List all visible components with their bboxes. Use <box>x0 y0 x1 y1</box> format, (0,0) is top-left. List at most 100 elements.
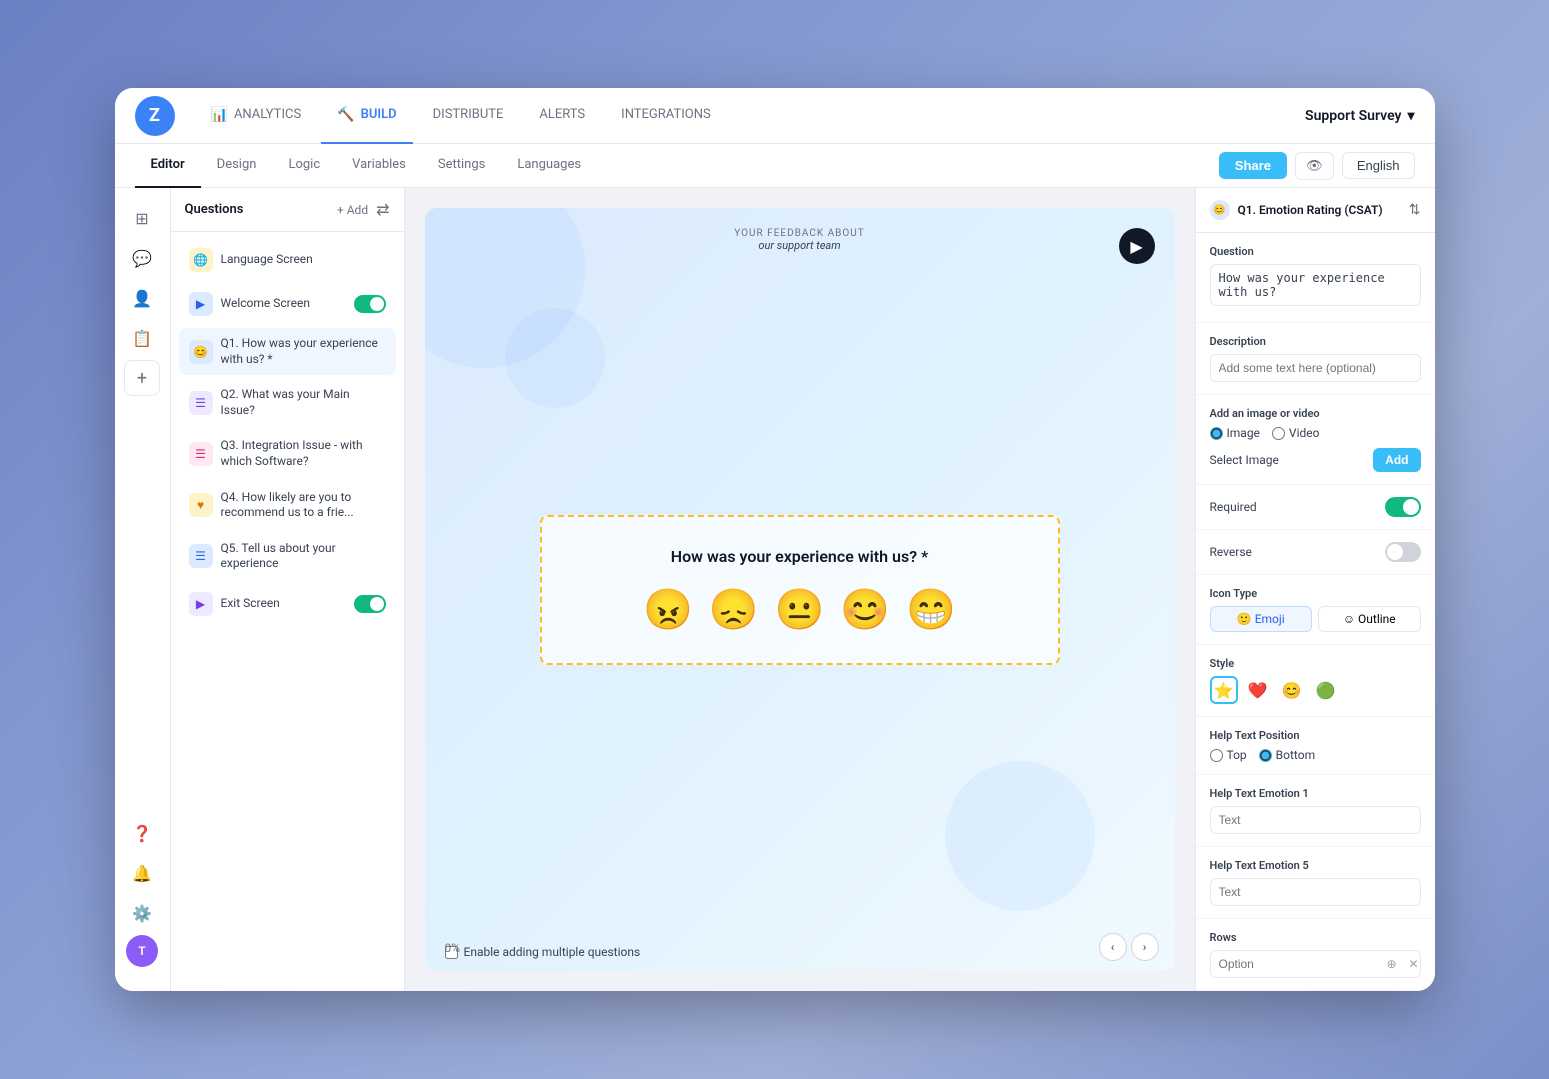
calendar-icon-btn[interactable]: 📋 <box>124 320 160 356</box>
style-circle[interactable]: 🟢 <box>1312 676 1340 704</box>
rows-delete-icon[interactable]: ✕ <box>1404 954 1421 974</box>
feedback-icon-btn[interactable]: 💬 <box>124 240 160 276</box>
help-text-position-label: Help Text Position <box>1210 729 1421 742</box>
media-options-row: Image Video <box>1210 426 1421 440</box>
nav-tab-analytics[interactable]: 📊 ANALYTICS <box>195 88 318 144</box>
exit-icon: ▶ <box>189 592 213 616</box>
sort-icon[interactable]: ⇅ <box>1409 202 1421 218</box>
media-section: Add an image or video Image Video Select… <box>1196 395 1435 485</box>
nav-tab-alerts[interactable]: ALERTS <box>523 88 601 144</box>
help-text-emotion5-input[interactable] <box>1210 878 1421 906</box>
reverse-label: Reverse <box>1210 545 1252 559</box>
icon-type-emoji[interactable]: 🙂 Emoji <box>1210 606 1313 632</box>
rows-move-icon[interactable]: ⊕ <box>1382 954 1402 974</box>
sub-nav-actions: Share 👁 English <box>1219 152 1415 180</box>
language-button[interactable]: English <box>1342 152 1415 179</box>
survey-selector[interactable]: Support Survey ▾ <box>1305 108 1414 124</box>
select-image-label: Select Image <box>1210 453 1366 467</box>
user-avatar[interactable]: T <box>126 935 158 967</box>
lang-icon: 🌐 <box>189 248 213 272</box>
question-card: How was your experience with us? * 😠 😞 😐… <box>540 515 1060 665</box>
emoji-5[interactable]: 😁 <box>906 586 956 633</box>
settings-icon-btn[interactable]: ⚙️ <box>124 895 160 931</box>
reverse-section: Reverse <box>1196 530 1435 575</box>
sub-nav-design[interactable]: Design <box>201 144 273 188</box>
style-heart[interactable]: ❤️ <box>1244 676 1272 704</box>
canvas-next-btn[interactable]: ▶ <box>1119 228 1155 264</box>
welcome-toggle[interactable] <box>354 295 386 313</box>
question-item-lang[interactable]: 🌐 Language Screen <box>179 240 396 280</box>
question-item-welcome[interactable]: ▶ Welcome Screen <box>179 284 396 324</box>
decor-circle-3 <box>505 308 605 408</box>
sub-nav-variables[interactable]: Variables <box>336 144 422 188</box>
chevron-down-icon: ▾ <box>1407 108 1414 124</box>
style-emoji[interactable]: 😊 <box>1278 676 1306 704</box>
icon-type-outline[interactable]: ☺ Outline <box>1318 606 1421 632</box>
rows-section: Rows ⊕ ✕ <box>1196 919 1435 991</box>
style-label: Style <box>1210 657 1421 670</box>
reverse-toggle[interactable] <box>1385 542 1421 562</box>
help-text-emotion5-label: Help Text Emotion 5 <box>1210 859 1421 872</box>
right-panel: 😊 Q1. Emotion Rating (CSAT) ⇅ Question H… <box>1195 188 1435 991</box>
help-text-emotion1-input[interactable] <box>1210 806 1421 834</box>
question-item-q5[interactable]: ☰ Q5. Tell us about your experience <box>179 533 396 580</box>
question-item-q1[interactable]: 😊 Q1. How was your experience with us? * <box>179 328 396 375</box>
grid-icon-btn[interactable]: ⊞ <box>124 200 160 236</box>
reverse-row: Reverse <box>1210 542 1421 562</box>
pos-bottom-option[interactable]: Bottom <box>1259 748 1315 762</box>
share-button[interactable]: Share <box>1219 152 1287 179</box>
emoji-1[interactable]: 😠 <box>643 586 693 633</box>
rows-label: Rows <box>1210 931 1421 944</box>
help-icon-btn[interactable]: ❓ <box>124 815 160 851</box>
rows-input[interactable] <box>1211 951 1382 977</box>
emoji-4[interactable]: 😊 <box>840 586 890 633</box>
required-row: Required <box>1210 497 1421 517</box>
plus-icon-btn[interactable]: + <box>124 360 160 396</box>
user-icon-btn[interactable]: 👤 <box>124 280 160 316</box>
description-input[interactable] <box>1210 354 1421 382</box>
bell-icon-btn[interactable]: 🔔 <box>124 855 160 891</box>
question-input[interactable]: How was your experience with us? <box>1210 264 1421 306</box>
reorder-icon[interactable]: ⇄ <box>376 200 389 219</box>
canvas-header: YOUR FEEDBACK ABOUT our support team <box>734 228 864 252</box>
sub-nav-logic[interactable]: Logic <box>272 144 336 188</box>
emotion-icon: 😊 <box>189 340 213 364</box>
sidebar-bottom: ❓ 🔔 ⚙️ T <box>124 815 160 979</box>
main-content: ⊞ 💬 👤 📋 + ❓ 🔔 ⚙️ T Questions + Add ⇄ <box>115 188 1435 991</box>
emoji-3[interactable]: 😐 <box>775 586 825 633</box>
media-image-option[interactable]: Image <box>1210 426 1260 440</box>
pos-top-option[interactable]: Top <box>1210 748 1247 762</box>
add-question-btn[interactable]: + Add <box>337 203 368 217</box>
right-panel-header: 😊 Q1. Emotion Rating (CSAT) ⇅ <box>1196 188 1435 233</box>
nav-tab-integrations[interactable]: INTEGRATIONS <box>605 88 727 144</box>
canvas-next-nav-btn[interactable]: › <box>1131 933 1159 961</box>
question-item-q4[interactable]: ♥ Q4. How likely are you to recommend us… <box>179 482 396 529</box>
media-video-option[interactable]: Video <box>1272 426 1320 440</box>
nav-tab-build[interactable]: 🔨 BUILD <box>321 88 412 144</box>
emoji-2[interactable]: 😞 <box>709 586 759 633</box>
icon-type-row: 🙂 Emoji ☺ Outline <box>1210 606 1421 632</box>
canvas-prev-btn[interactable]: ‹ <box>1099 933 1127 961</box>
question-section: Question How was your experience with us… <box>1196 233 1435 323</box>
required-section: Required <box>1196 485 1435 530</box>
style-row: ⭐ ❤️ 😊 🟢 <box>1210 676 1421 704</box>
question-item-q2[interactable]: ☰ Q2. What was your Main Issue? <box>179 379 396 426</box>
sub-nav-settings[interactable]: Settings <box>422 144 501 188</box>
exit-toggle[interactable] <box>354 595 386 613</box>
add-image-button[interactable]: Add <box>1373 448 1420 472</box>
preview-button[interactable]: 👁 <box>1295 152 1334 180</box>
nav-tab-distribute[interactable]: DISTRIBUTE <box>417 88 520 144</box>
style-star[interactable]: ⭐ <box>1210 676 1238 704</box>
rows-actions: ⊕ ✕ <box>1382 954 1421 974</box>
question-item-q3[interactable]: ☰ Q3. Integration Issue - with which Sof… <box>179 430 396 477</box>
question-card-title: How was your experience with us? * <box>582 547 1018 566</box>
app-logo[interactable]: Z <box>135 96 175 136</box>
help-text-position-section: Help Text Position Top Bottom <box>1196 717 1435 775</box>
required-toggle[interactable] <box>1385 497 1421 517</box>
icon-type-label: Icon Type <box>1210 587 1421 600</box>
question-item-exit[interactable]: ▶ Exit Screen <box>179 584 396 624</box>
questions-panel: Questions + Add ⇄ 🌐 Language Screen ▶ We… <box>171 188 405 991</box>
media-label: Add an image or video <box>1210 407 1421 420</box>
sub-nav-languages[interactable]: Languages <box>501 144 597 188</box>
sub-nav-editor[interactable]: Editor <box>135 144 201 188</box>
